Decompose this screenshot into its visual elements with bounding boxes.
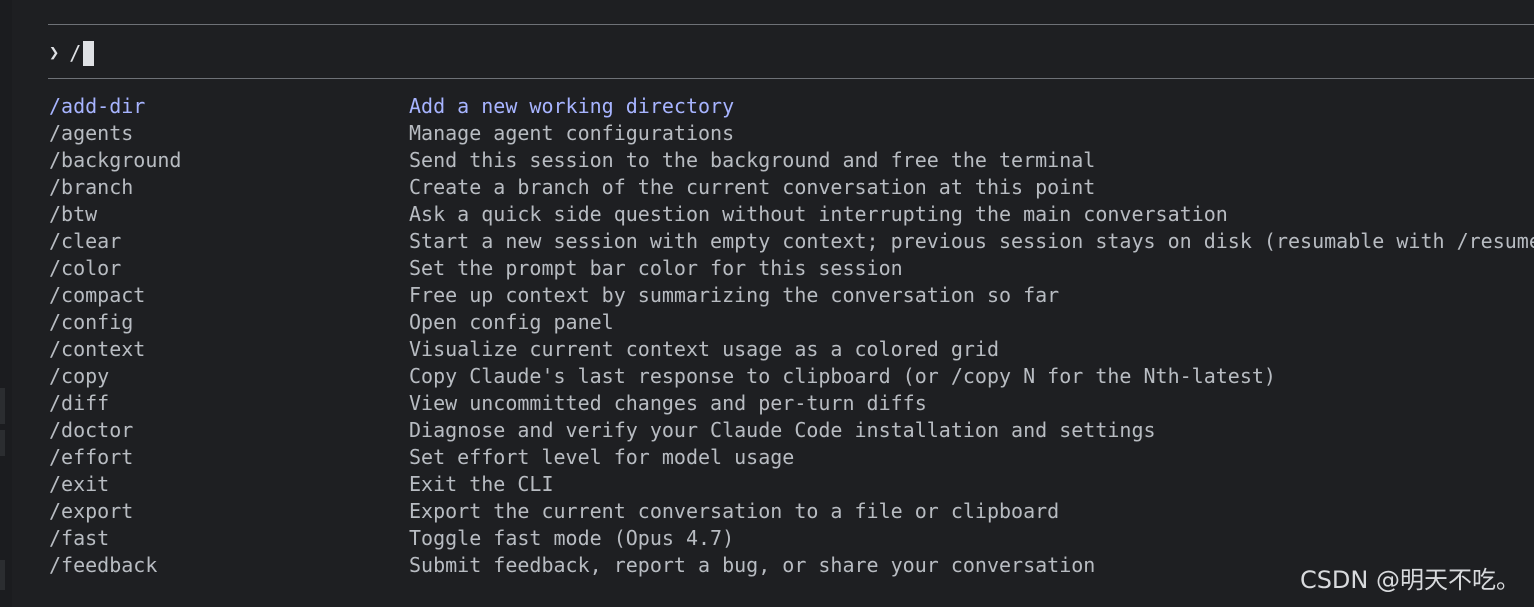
command-item[interactable]: /branch Create a branch of the current co… [49, 174, 1534, 201]
command-item[interactable]: /background Send this session to the back… [49, 147, 1534, 174]
command-description: Create a branch of the current conversat… [409, 175, 1096, 199]
command-description: Submit feedback, report a bug, or share … [409, 553, 1096, 577]
command-name: /add-dir [49, 94, 146, 118]
command-item[interactable]: /copy Copy Claude's last response to clip… [49, 363, 1534, 390]
command-description: View uncommitted changes and per-turn di… [409, 391, 927, 415]
command-item[interactable]: /agents Manage agent configurations [49, 120, 1534, 147]
left-gutter [0, 0, 12, 607]
prompt-input-text[interactable]: / [69, 41, 81, 65]
command-description: Set the prompt bar color for this sessio… [409, 256, 903, 280]
text-cursor [83, 40, 95, 66]
command-prompt[interactable]: ❯ / [49, 39, 95, 67]
command-description: Set effort level for model usage [409, 445, 795, 469]
command-item[interactable]: /diff View uncommitted changes and per-tu… [49, 390, 1534, 417]
command-item[interactable]: /btw Ask a quick side question without in… [49, 201, 1534, 228]
command-name: /feedback [49, 553, 158, 577]
command-name: /copy [49, 364, 110, 388]
command-item[interactable]: /add-dir Add a new working directory [49, 93, 1534, 120]
command-item[interactable]: /fast Toggle fast mode (Opus 4.7) [49, 525, 1534, 552]
command-item[interactable]: /doctor Diagnose and verify your Claude C… [49, 417, 1534, 444]
bottom-divider [48, 78, 1534, 79]
command-name: /branch [49, 175, 134, 199]
command-description: Manage agent configurations [409, 121, 735, 145]
command-name: /diff [49, 391, 110, 415]
command-name: /exit [49, 472, 110, 496]
command-description: Exit the CLI [409, 472, 554, 496]
command-name: /btw [49, 202, 98, 226]
command-item[interactable]: /clear Start a new session with empty con… [49, 228, 1534, 255]
command-item[interactable]: /export Export the current conversation t… [49, 498, 1534, 525]
command-description: Add a new working directory [409, 94, 735, 118]
command-description: Send this session to the background and … [409, 148, 1096, 172]
command-description: Visualize current context usage as a col… [409, 337, 1000, 361]
prompt-chevron-icon: ❯ [49, 43, 60, 63]
command-name: /agents [49, 121, 134, 145]
watermark: CSDN @明天不吃。 [1299, 566, 1520, 594]
command-description: Free up context by summarizing the conve… [409, 283, 1060, 307]
command-name: /color [49, 256, 122, 280]
command-name: /clear [49, 229, 122, 253]
gutter-marker [0, 560, 5, 590]
gutter-marker [0, 430, 5, 456]
top-divider [48, 24, 1534, 25]
command-description: Copy Claude's last response to clipboard… [409, 364, 1276, 388]
command-item[interactable]: /context Visualize current context usage … [49, 336, 1534, 363]
command-item[interactable]: /effort Set effort level for model usage [49, 444, 1534, 471]
command-item[interactable]: /exit Exit the CLI [49, 471, 1534, 498]
gutter-marker [0, 388, 5, 424]
command-description: Diagnose and verify your Claude Code ins… [409, 418, 1156, 442]
command-description: Toggle fast mode (Opus 4.7) [409, 526, 735, 550]
command-item[interactable]: /config Open config panel [49, 309, 1534, 336]
command-name: /fast [49, 526, 110, 550]
command-name: /compact [49, 283, 146, 307]
command-description: Open config panel [409, 310, 614, 334]
command-description: Ask a quick side question without interr… [409, 202, 1228, 226]
command-name: /config [49, 310, 134, 334]
command-name: /background [49, 148, 182, 172]
command-name: /export [49, 499, 134, 523]
command-item[interactable]: /compact Free up context by summarizing t… [49, 282, 1534, 309]
command-description: Export the current conversation to a fil… [409, 499, 1060, 523]
command-name: /doctor [49, 418, 134, 442]
command-name: /context [49, 337, 146, 361]
command-description: Start a new session with empty context; … [409, 229, 1534, 253]
command-name: /effort [49, 445, 134, 469]
command-item[interactable]: /color Set the prompt bar color for this … [49, 255, 1534, 282]
command-suggestion-list: /add-dir Add a new working directory/agen… [49, 93, 1534, 579]
